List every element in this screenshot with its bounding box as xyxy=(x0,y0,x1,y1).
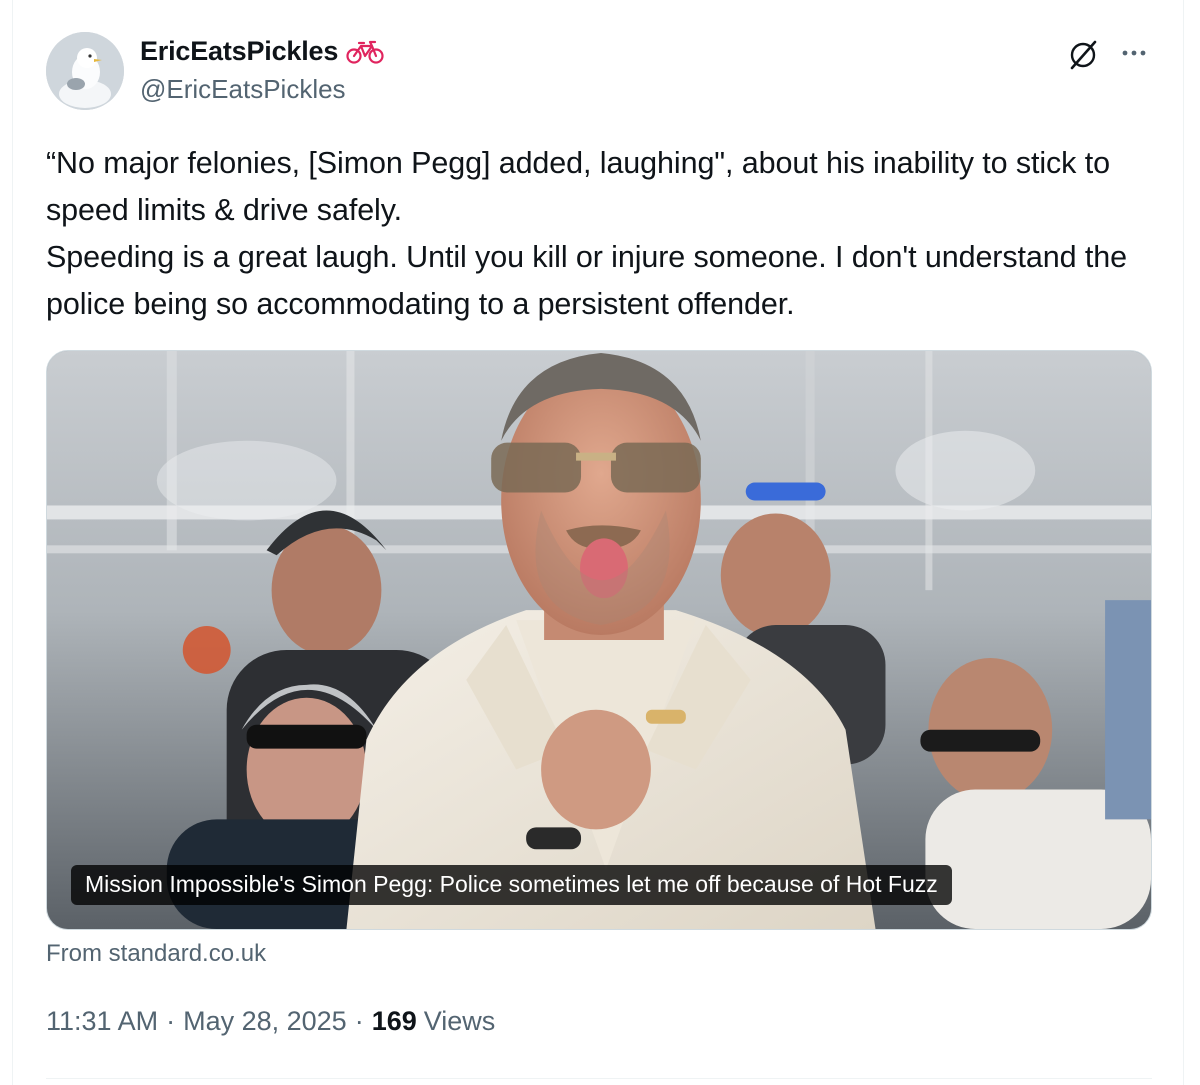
author-name-row: EricEatsPickles xyxy=(140,36,384,67)
grok-icon[interactable] xyxy=(1066,38,1100,72)
more-icon[interactable] xyxy=(1117,36,1151,70)
article-photo xyxy=(47,351,1151,929)
meta-separator: · xyxy=(166,1006,176,1036)
views-count: 169 xyxy=(371,1006,417,1036)
author-handle[interactable]: @EricEatsPickles xyxy=(140,74,346,105)
divider xyxy=(46,1078,1152,1079)
author-display-name[interactable]: EricEatsPickles xyxy=(140,36,338,67)
tweet-date[interactable]: May 28, 2025 xyxy=(183,1006,347,1037)
tweet-container: EricEatsPickles @EricEatsPickles “No maj… xyxy=(12,0,1184,1085)
views-label: Views xyxy=(423,1006,496,1036)
link-card[interactable]: Mission Impossible's Simon Pegg: Police … xyxy=(46,350,1152,930)
meta-separator: · xyxy=(354,1006,364,1036)
seagull-avatar-icon xyxy=(46,32,124,110)
link-source[interactable]: From standard.co.uk xyxy=(46,940,266,968)
bicycle-icon xyxy=(346,40,384,64)
tweet-meta: 11:31 AM · May 28, 2025 · 169 Views xyxy=(46,1006,495,1037)
tweet-text: “No major felonies, [Simon Pegg] added, … xyxy=(46,146,1127,321)
author-avatar[interactable] xyxy=(46,32,124,110)
link-card-caption[interactable]: Mission Impossible's Simon Pegg: Police … xyxy=(71,865,952,905)
tweet-time[interactable]: 11:31 AM xyxy=(46,1006,158,1037)
